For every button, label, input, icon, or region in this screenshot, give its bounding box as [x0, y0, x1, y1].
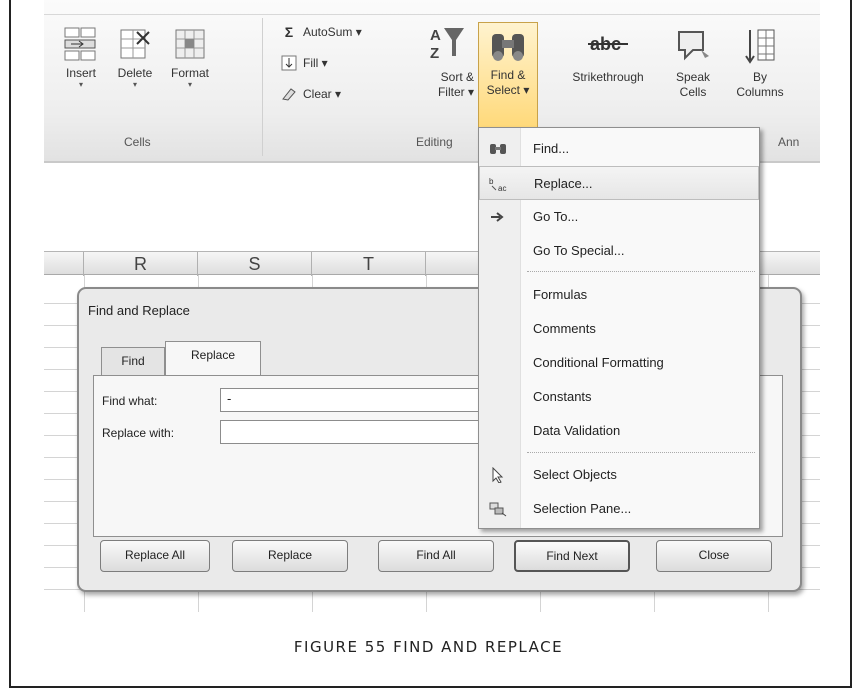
group-separator [262, 18, 263, 156]
find-select-line2: Select ▾ [486, 83, 530, 97]
menu-item-label: Data Validation [533, 423, 621, 438]
svg-text:b: b [489, 177, 494, 186]
speak-cells-line2: Cells [679, 85, 707, 99]
editing-group-label: Editing [416, 135, 453, 149]
menu-item-label: Constants [533, 389, 592, 404]
delete-arrow: ▾ [132, 80, 137, 89]
menu-item-go-to-special[interactable]: Go To Special... [479, 234, 759, 268]
by-columns-line1: By [752, 70, 767, 84]
find-select-button[interactable]: Find & Select ▾ [478, 26, 538, 98]
by-columns-line2: Columns [736, 85, 784, 99]
sort-filter-line1: Sort & [440, 70, 474, 84]
tab-find[interactable]: Find [101, 347, 165, 375]
menu-separator [527, 452, 755, 453]
column-header-t[interactable]: T [312, 252, 426, 276]
insert-cells-icon [64, 27, 96, 61]
sigma-icon: Σ [284, 24, 294, 40]
menu-item-label: Formulas [533, 287, 588, 302]
delete-cells-icon [120, 29, 150, 59]
menu-item-conditional-formatting[interactable]: Conditional Formatting [479, 346, 759, 380]
svg-text:A: A [430, 27, 441, 44]
svg-text:ac: ac [498, 184, 506, 192]
excel-screenshot: Insert ▾ Delete ▾ Format ▾ Cells Σ AutoS… [44, 0, 820, 612]
strikethrough-icon: abc [588, 34, 628, 54]
find-what-label: Find what: [102, 394, 158, 408]
sort-filter-icon: A Z [430, 27, 464, 62]
menu-item-data-validation[interactable]: Data Validation [479, 414, 759, 448]
strikethrough-label: Strikethrough [572, 70, 644, 84]
autosum-button[interactable]: Σ AutoSum ▾ [280, 24, 362, 40]
arrow-right-icon [487, 208, 509, 226]
menu-item-go-to[interactable]: Go To... [479, 200, 759, 234]
menu-item-selection-pane[interactable]: Selection Pane... [479, 492, 759, 526]
find-select-menu: Find... b ac Replace... Go To... Go To Sp… [478, 127, 760, 529]
column-header-blank [44, 252, 84, 276]
replace-button[interactable]: Replace [232, 540, 348, 572]
find-what-input[interactable]: - [220, 388, 520, 412]
cells-group-label: Cells [124, 135, 151, 149]
menu-item-select-objects[interactable]: Select Objects [479, 458, 759, 492]
menu-item-label: Conditional Formatting [533, 355, 664, 370]
strikethrough-button[interactable]: abc Strikethrough [560, 28, 656, 85]
speech-bubble-icon [678, 31, 709, 61]
menu-item-label: Select Objects [533, 467, 617, 482]
figure-caption: FIGURE 55 FIND AND REPLACE [293, 638, 564, 656]
menu-item-label: Comments [533, 321, 596, 336]
insert-label: Insert [65, 66, 96, 80]
eraser-icon [280, 86, 298, 102]
clear-label: Clear ▾ [303, 87, 342, 101]
selection-pane-icon [487, 500, 509, 518]
delete-label: Delete [117, 66, 153, 80]
menu-item-comments[interactable]: Comments [479, 312, 759, 346]
ribbon-top-edge [44, 14, 820, 15]
binoculars-icon [492, 34, 524, 61]
insert-arrow: ▾ [78, 80, 83, 89]
menu-item-label: Find... [533, 141, 570, 156]
format-cells-icon [175, 29, 205, 59]
format-label: Format [170, 66, 209, 80]
menu-item-constants[interactable]: Constants [479, 380, 759, 414]
replace-with-label: Replace with: [102, 426, 175, 440]
find-next-button[interactable]: Find Next [514, 540, 630, 572]
sort-filter-line2: Filter ▾ [437, 85, 474, 99]
tab-replace[interactable]: Replace [165, 341, 261, 375]
dialog-title: Find and Replace [88, 303, 190, 318]
binoculars-icon [487, 140, 509, 158]
menu-item-label: Go To Special... [533, 243, 625, 258]
ann-group-label: Ann [778, 135, 800, 149]
menu-item-label: Replace... [534, 176, 593, 191]
replace-with-input[interactable] [220, 420, 520, 444]
delete-button[interactable]: Delete ▾ [110, 26, 160, 89]
format-arrow: ▾ [187, 80, 192, 89]
menu-item-label: Go To... [533, 209, 579, 224]
svg-text:Z: Z [430, 45, 439, 62]
fill-label: Fill ▾ [303, 56, 328, 70]
speak-cells-line1: Speak [675, 70, 711, 84]
insert-button[interactable]: Insert ▾ [58, 26, 104, 89]
menu-separator [527, 271, 755, 272]
autosum-label: AutoSum ▾ [303, 25, 362, 39]
find-select-line1: Find & [490, 68, 526, 82]
pointer-icon [487, 466, 509, 484]
close-button[interactable]: Close [656, 540, 772, 572]
menu-item-replace[interactable]: b ac Replace... [479, 166, 759, 200]
column-header-s[interactable]: S [198, 252, 312, 276]
fill-button[interactable]: Fill ▾ [280, 55, 328, 71]
column-header-r[interactable]: R [84, 252, 198, 276]
replace-icon: b ac [488, 175, 510, 193]
speak-cells-button[interactable]: Speak Cells [668, 26, 718, 100]
replace-all-button[interactable]: Replace All [100, 540, 210, 572]
menu-item-formulas[interactable]: Formulas [479, 278, 759, 312]
format-button[interactable]: Format ▾ [162, 26, 218, 89]
clear-button[interactable]: Clear ▾ [280, 86, 341, 102]
by-columns-button[interactable]: By Columns [730, 26, 790, 100]
sort-filter-button[interactable]: A Z Sort & Filter ▾ [418, 22, 474, 100]
menu-item-label: Selection Pane... [533, 501, 632, 516]
menu-item-find[interactable]: Find... [479, 132, 759, 166]
fill-down-icon [280, 55, 298, 71]
by-columns-icon [745, 29, 775, 64]
find-all-button[interactable]: Find All [378, 540, 494, 572]
